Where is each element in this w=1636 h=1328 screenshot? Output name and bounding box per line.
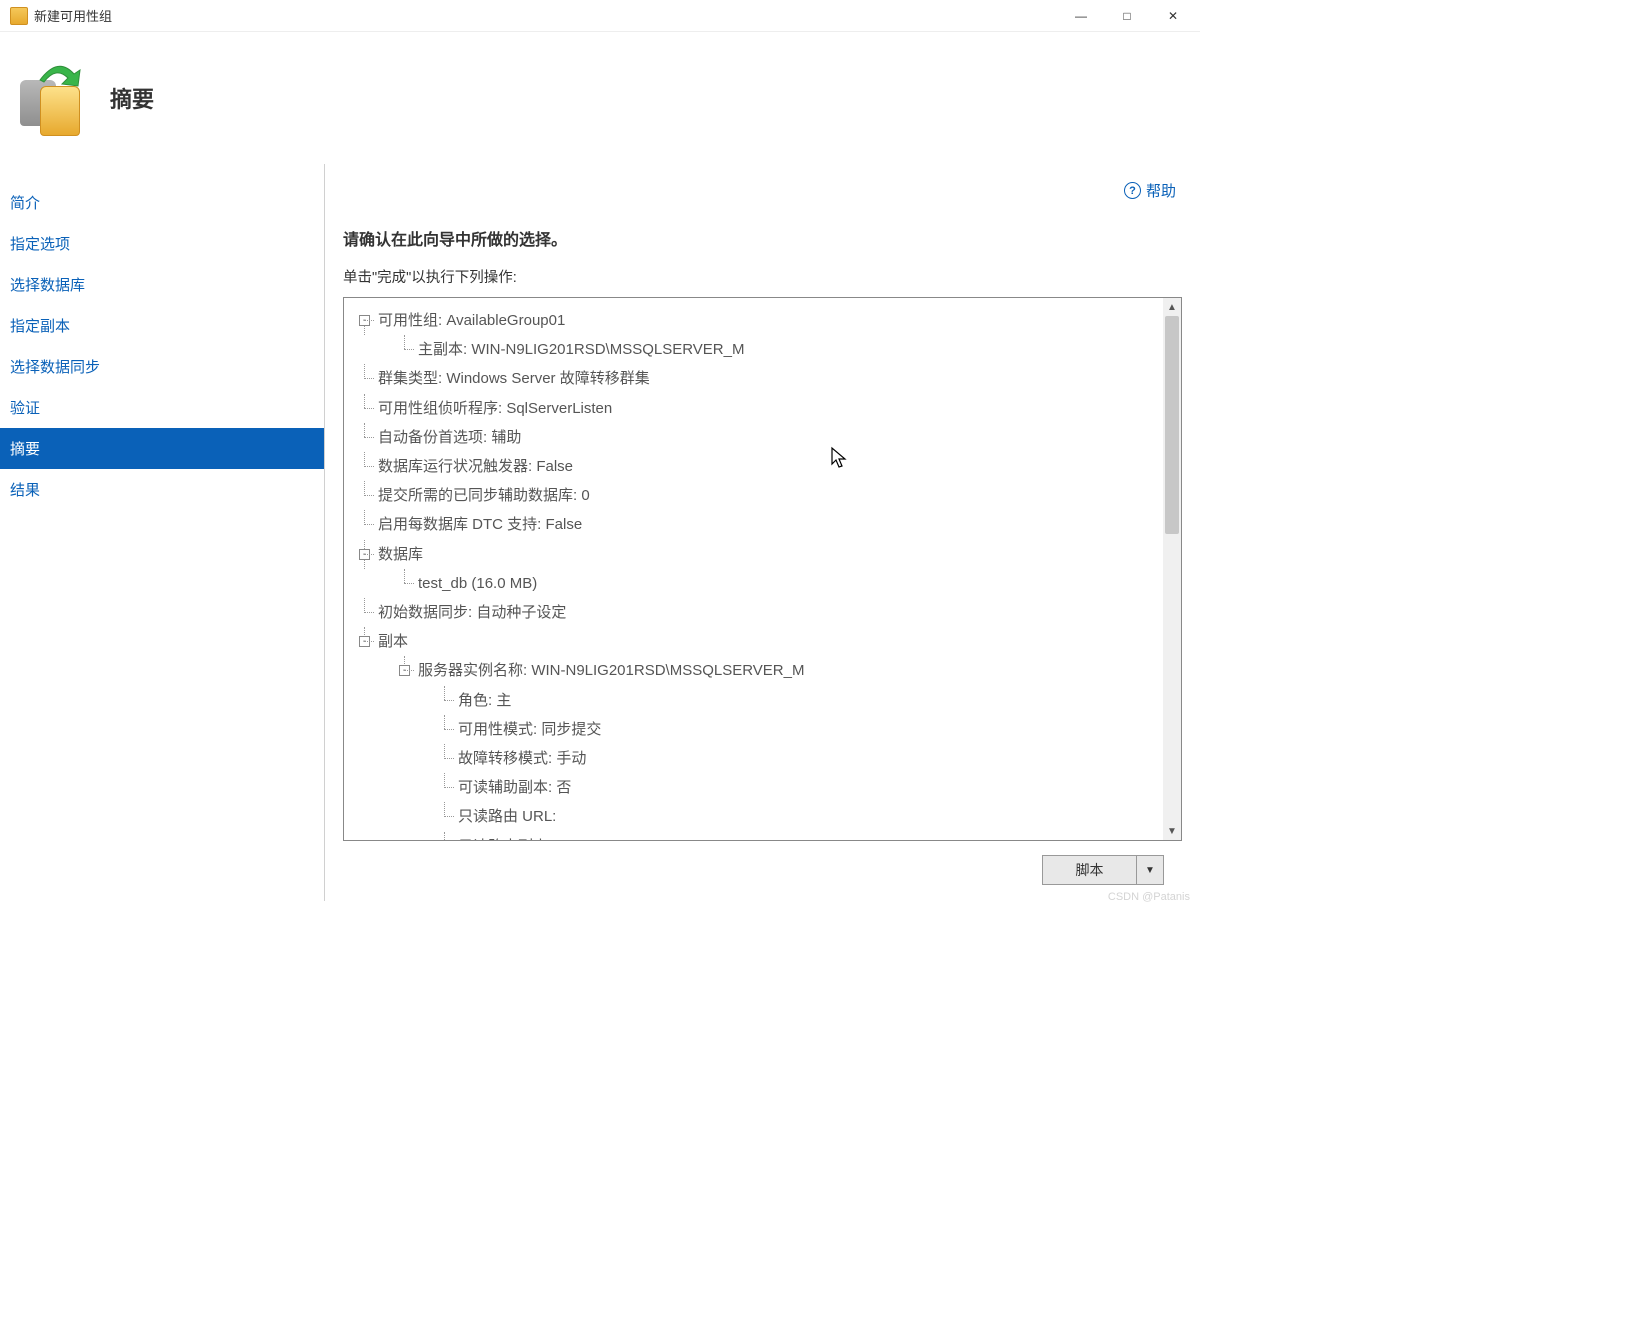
help-label: 帮助: [1146, 180, 1176, 201]
tree-dtc-support: 启用每数据库 DTC 支持: False: [356, 510, 1159, 539]
collapse-icon[interactable]: -: [359, 636, 370, 647]
tree-database-item: test_db (16.0 MB): [396, 569, 1159, 598]
sidebar-item-intro[interactable]: 简介: [0, 182, 324, 223]
window-controls: — □ ✕: [1058, 1, 1196, 31]
page-title: 摘要: [110, 82, 154, 114]
tree-initial-sync: 初始数据同步: 自动种子设定: [356, 598, 1159, 627]
script-dropdown-button[interactable]: ▼: [1137, 856, 1163, 884]
tree-ag-root[interactable]: - 可用性组: AvailableGroup01 主副本: WIN-N9LIG2…: [356, 306, 1159, 364]
script-split-button[interactable]: 脚本 ▼: [1042, 855, 1164, 885]
tree-databases[interactable]: - 数据库 test_db (16.0 MB): [356, 540, 1159, 598]
tree-listener: 可用性组侦听程序: SqlServerListen: [356, 394, 1159, 423]
collapse-icon[interactable]: -: [359, 549, 370, 560]
confirm-heading: 请确认在此向导中所做的选择。: [343, 226, 1182, 250]
sidebar-item-summary[interactable]: 摘要: [0, 428, 324, 469]
scroll-thumb[interactable]: [1165, 316, 1179, 534]
tree-readable-secondary: 可读辅助副本: 否: [436, 773, 1159, 802]
titlebar: 新建可用性组 — □ ✕: [0, 0, 1200, 32]
tree-db-health: 数据库运行状况触发器: False: [356, 452, 1159, 481]
window-title: 新建可用性组: [34, 6, 1058, 25]
content-panel: ? 帮助 请确认在此向导中所做的选择。 单击"完成"以执行下列操作: - 可用性…: [324, 164, 1200, 901]
tree-cluster-type: 群集类型: Windows Server 故障转移群集: [356, 364, 1159, 393]
script-button[interactable]: 脚本: [1043, 856, 1137, 884]
sidebar-item-data-sync[interactable]: 选择数据同步: [0, 346, 324, 387]
instructions-text: 单击"完成"以执行下列操作:: [343, 266, 1182, 287]
tree-role: 角色: 主: [436, 686, 1159, 715]
tree-backup-pref: 自动备份首选项: 辅助: [356, 423, 1159, 452]
vertical-scrollbar[interactable]: ▲ ▼: [1163, 298, 1181, 840]
sidebar-item-validation[interactable]: 验证: [0, 387, 324, 428]
tree-label: 可用性组: AvailableGroup01: [378, 312, 565, 329]
sidebar-item-replicas[interactable]: 指定副本: [0, 305, 324, 346]
tree-availability-mode: 可用性模式: 同步提交: [436, 715, 1159, 744]
header-band: 摘要: [0, 32, 1200, 164]
wizard-sidebar: 简介 指定选项 选择数据库 指定副本 选择数据同步 验证 摘要 结果: [0, 164, 324, 901]
summary-tree[interactable]: - 可用性组: AvailableGroup01 主副本: WIN-N9LIG2…: [344, 298, 1163, 840]
watermark-text: CSDN @Patanis: [1108, 891, 1190, 903]
scroll-up-icon[interactable]: ▲: [1163, 298, 1181, 316]
app-icon: [10, 7, 28, 25]
tree-failover-mode: 故障转移模式: 手动: [436, 744, 1159, 773]
maximize-button[interactable]: □: [1104, 1, 1150, 31]
tree-replicas[interactable]: - 副本 - 服务器实例名称: WIN-N9LIG201RSD\MSSQLSER…: [356, 627, 1159, 840]
tree-server-instance[interactable]: - 服务器实例名称: WIN-N9LIG201RSD\MSSQLSERVER_M…: [396, 656, 1159, 840]
wizard-icon: [16, 62, 88, 134]
tree-required-synced: 提交所需的已同步辅助数据库: 0: [356, 481, 1159, 510]
summary-tree-panel: - 可用性组: AvailableGroup01 主副本: WIN-N9LIG2…: [343, 297, 1182, 841]
help-link[interactable]: ? 帮助: [1124, 180, 1176, 201]
sidebar-item-results[interactable]: 结果: [0, 469, 324, 510]
tree-readonly-url: 只读路由 URL:: [436, 802, 1159, 831]
collapse-icon[interactable]: -: [359, 315, 370, 326]
collapse-icon[interactable]: -: [399, 665, 410, 676]
tree-readonly-list: 只读路由列表:: [436, 832, 1159, 840]
sidebar-item-select-db[interactable]: 选择数据库: [0, 264, 324, 305]
scroll-down-icon[interactable]: ▼: [1163, 822, 1181, 840]
close-button[interactable]: ✕: [1150, 1, 1196, 31]
minimize-button[interactable]: —: [1058, 1, 1104, 31]
tree-primary-replica: 主副本: WIN-N9LIG201RSD\MSSQLSERVER_M: [396, 335, 1159, 364]
help-icon: ?: [1124, 182, 1141, 199]
footer-bar: 脚本 ▼: [343, 841, 1182, 889]
sidebar-item-options[interactable]: 指定选项: [0, 223, 324, 264]
